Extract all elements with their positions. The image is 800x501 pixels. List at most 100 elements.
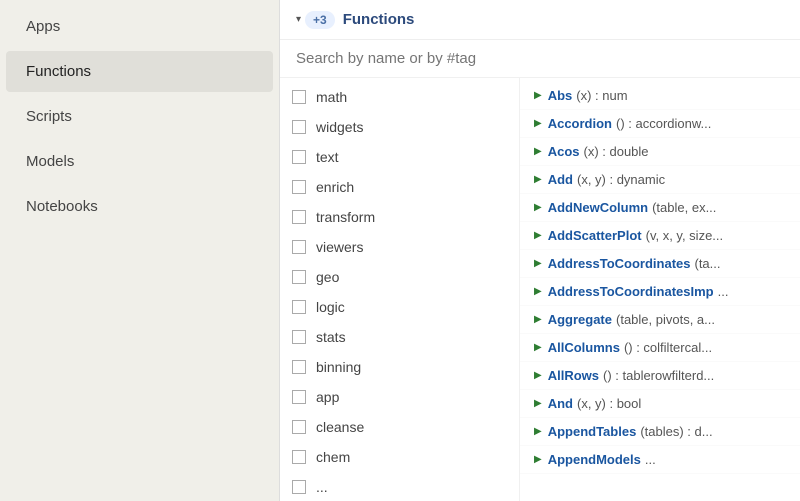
category-label: ... xyxy=(316,479,328,495)
functions-list: ▶Abs(x) : num▶Accordion() : accordionw..… xyxy=(520,78,800,501)
function-signature: (tables) : d... xyxy=(640,424,712,439)
function-name: Add xyxy=(548,172,573,187)
function-row[interactable]: ▶AddNewColumn(table, ex... xyxy=(520,194,800,222)
category-row[interactable]: app xyxy=(280,382,519,412)
function-row[interactable]: ▶ Accordion () : accordionw... xyxy=(520,110,800,138)
category-row[interactable]: stats xyxy=(280,322,519,352)
category-checkbox[interactable] xyxy=(292,120,306,134)
category-row[interactable]: geo xyxy=(280,262,519,292)
category-checkbox[interactable] xyxy=(292,180,306,194)
function-row[interactable]: ▶AddressToCoordinates(ta... xyxy=(520,250,800,278)
categories-panel: math widgets text enrich transform viewersgeo… xyxy=(280,78,520,501)
function-row[interactable]: ▶ AddScatterPlot (v, x, y, size... xyxy=(520,222,800,250)
category-row[interactable]: transform xyxy=(280,202,519,232)
content-panel: math widgets text enrich transform viewersgeo… xyxy=(280,78,800,501)
function-row[interactable]: ▶ Add (x, y) : dynamic xyxy=(520,166,800,194)
category-checkbox[interactable] xyxy=(292,90,306,104)
header-title: Functions xyxy=(343,11,415,28)
function-name: AddressToCoordinates xyxy=(548,256,691,271)
function-name: Accordion xyxy=(548,116,612,131)
category-checkbox[interactable] xyxy=(292,150,306,164)
expand-arrow-icon[interactable]: ▾ xyxy=(296,14,301,25)
category-row[interactable]: viewers xyxy=(280,232,519,262)
search-input[interactable] xyxy=(296,50,784,67)
function-signature: (v, x, y, size... xyxy=(646,228,724,243)
category-row[interactable]: chem xyxy=(280,442,519,472)
function-row[interactable]: ▶ AllRows () : tablerowfilterd... xyxy=(520,362,800,390)
category-row[interactable]: logic xyxy=(280,292,519,322)
sidebar-item-scripts[interactable]: Scripts xyxy=(6,96,273,137)
category-label: text xyxy=(316,149,339,165)
function-name: AllRows xyxy=(548,368,599,383)
play-icon: ▶ xyxy=(534,454,542,465)
category-checkbox[interactable] xyxy=(292,330,306,344)
category-label: logic xyxy=(316,299,345,315)
category-row[interactable]: widgets xyxy=(280,112,519,142)
category-label: math xyxy=(316,89,347,105)
function-signature: (x) : num xyxy=(576,88,627,103)
function-name: And xyxy=(548,396,573,411)
sidebar-item-functions[interactable]: Functions xyxy=(6,51,273,92)
function-name: AppendModels xyxy=(548,452,641,467)
function-name: AllColumns xyxy=(548,340,620,355)
category-row[interactable]: enrich xyxy=(280,172,519,202)
category-checkbox[interactable] xyxy=(292,300,306,314)
category-checkbox[interactable] xyxy=(292,390,306,404)
function-signature: (table, ex... xyxy=(652,200,716,215)
play-icon: ▶ xyxy=(534,370,542,381)
function-name: AddScatterPlot xyxy=(548,228,642,243)
function-signature: () : accordionw... xyxy=(616,116,711,131)
sidebar-item-notebooks[interactable]: Notebooks xyxy=(6,186,273,227)
function-signature: () : tablerowfilterd... xyxy=(603,368,714,383)
category-label: transform xyxy=(316,209,375,225)
category-checkbox[interactable] xyxy=(292,210,306,224)
main-content: ▾ +3 Functions math widgets text enrich tran… xyxy=(280,0,800,501)
function-row[interactable]: ▶Acos(x) : double xyxy=(520,138,800,166)
search-area xyxy=(280,40,800,78)
function-row[interactable]: ▶AppendTables(tables) : d... xyxy=(520,418,800,446)
function-row[interactable]: ▶AllColumns() : colfiltercal... xyxy=(520,334,800,362)
function-name: Aggregate xyxy=(548,312,612,327)
category-row[interactable]: binning xyxy=(280,352,519,382)
play-icon: ▶ xyxy=(534,90,542,101)
play-icon: ▶ xyxy=(534,146,542,157)
sidebar-item-apps[interactable]: Apps xyxy=(6,6,273,47)
badge: +3 xyxy=(305,11,335,29)
sidebar: AppsFunctionsScriptsModelsNotebooks xyxy=(0,0,280,501)
function-signature: () : colfiltercal... xyxy=(624,340,712,355)
category-row[interactable]: ... xyxy=(280,472,519,501)
category-row[interactable]: math xyxy=(280,82,519,112)
category-label: cleanse xyxy=(316,419,364,435)
category-checkbox[interactable] xyxy=(292,240,306,254)
category-checkbox[interactable] xyxy=(292,480,306,494)
category-checkbox[interactable] xyxy=(292,270,306,284)
function-name: AddNewColumn xyxy=(548,200,648,215)
play-icon: ▶ xyxy=(534,174,542,185)
function-row[interactable]: ▶AddressToCoordinatesImp... xyxy=(520,278,800,306)
sidebar-item-models[interactable]: Models xyxy=(6,141,273,182)
function-name: AppendTables xyxy=(548,424,637,439)
function-signature: (table, pivots, a... xyxy=(616,312,715,327)
category-row[interactable]: text xyxy=(280,142,519,172)
play-icon: ▶ xyxy=(534,314,542,325)
function-signature: (ta... xyxy=(694,256,720,271)
category-label: widgets xyxy=(316,119,363,135)
play-icon: ▶ xyxy=(534,286,542,297)
function-row[interactable]: ▶ AppendModels... xyxy=(520,446,800,474)
header: ▾ +3 Functions xyxy=(280,0,800,40)
function-signature: (x) : double xyxy=(584,144,649,159)
function-row[interactable]: ▶And(x, y) : bool xyxy=(520,390,800,418)
function-signature: (x, y) : bool xyxy=(577,396,641,411)
function-signature: ... xyxy=(645,452,656,467)
category-checkbox[interactable] xyxy=(292,450,306,464)
category-checkbox[interactable] xyxy=(292,420,306,434)
function-name: AddressToCoordinatesImp xyxy=(548,284,714,299)
category-row[interactable]: cleanse xyxy=(280,412,519,442)
function-row[interactable]: ▶Abs(x) : num xyxy=(520,82,800,110)
function-row[interactable]: ▶ Aggregate (table, pivots, a... xyxy=(520,306,800,334)
category-label: stats xyxy=(316,329,346,345)
play-icon: ▶ xyxy=(534,118,542,129)
category-checkbox[interactable] xyxy=(292,360,306,374)
function-signature: (x, y) : dynamic xyxy=(577,172,665,187)
play-icon: ▶ xyxy=(534,230,542,241)
